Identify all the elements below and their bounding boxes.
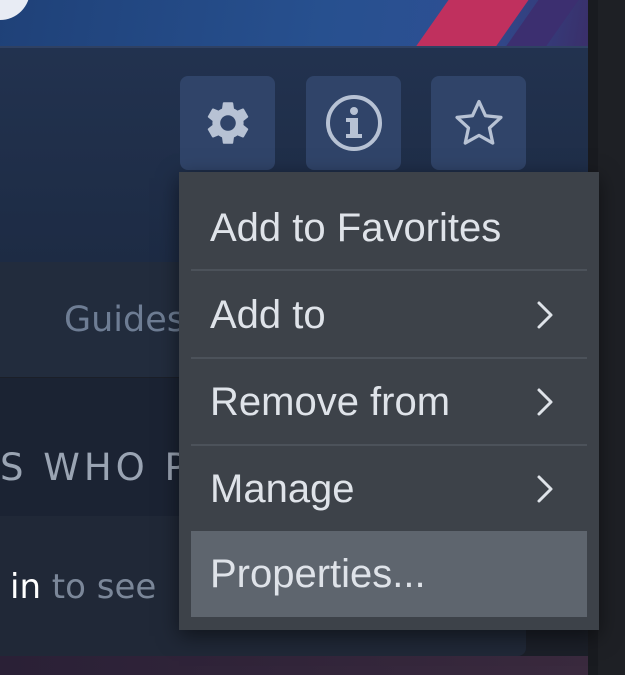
menu-item-label: Add to: [210, 292, 326, 337]
favorite-star-button[interactable]: [431, 76, 526, 170]
info-icon: [325, 95, 382, 151]
signin-prompt-text: to see: [41, 567, 157, 607]
menu-item-manage[interactable]: Manage: [191, 446, 587, 532]
signin-prompt: in to see: [10, 567, 156, 607]
menu-item-add-to-favorites[interactable]: Add to Favorites: [191, 185, 587, 271]
menu-item-add-to[interactable]: Add to: [191, 272, 587, 358]
star-outline-icon: [454, 99, 503, 145]
menu-item-label: Properties...: [210, 551, 426, 596]
chevron-right-icon: [537, 301, 553, 329]
menu-item-label: Remove from: [210, 379, 451, 424]
context-menu: Add to Favorites Add to Remove from Mana…: [179, 172, 599, 630]
settings-button[interactable]: [180, 76, 275, 170]
menu-separator: [191, 269, 587, 271]
scrollbar-gutter: [598, 0, 625, 675]
bottom-art: [0, 656, 588, 675]
hero-art: [0, 0, 30, 20]
hero-banner: [0, 0, 588, 46]
menu-item-properties[interactable]: Properties...: [191, 531, 587, 617]
menu-item-label: Manage: [210, 466, 355, 511]
players-heading: S WHO P: [0, 446, 191, 489]
menu-item-label: Add to Favorites: [210, 205, 502, 250]
guides-tab[interactable]: Guides: [64, 300, 185, 340]
gear-icon: [207, 102, 248, 144]
chevron-right-icon: [537, 388, 553, 416]
signin-link[interactable]: in: [10, 567, 41, 607]
chevron-right-icon: [537, 475, 553, 503]
menu-item-remove-from[interactable]: Remove from: [191, 359, 587, 445]
info-button[interactable]: [306, 76, 401, 170]
